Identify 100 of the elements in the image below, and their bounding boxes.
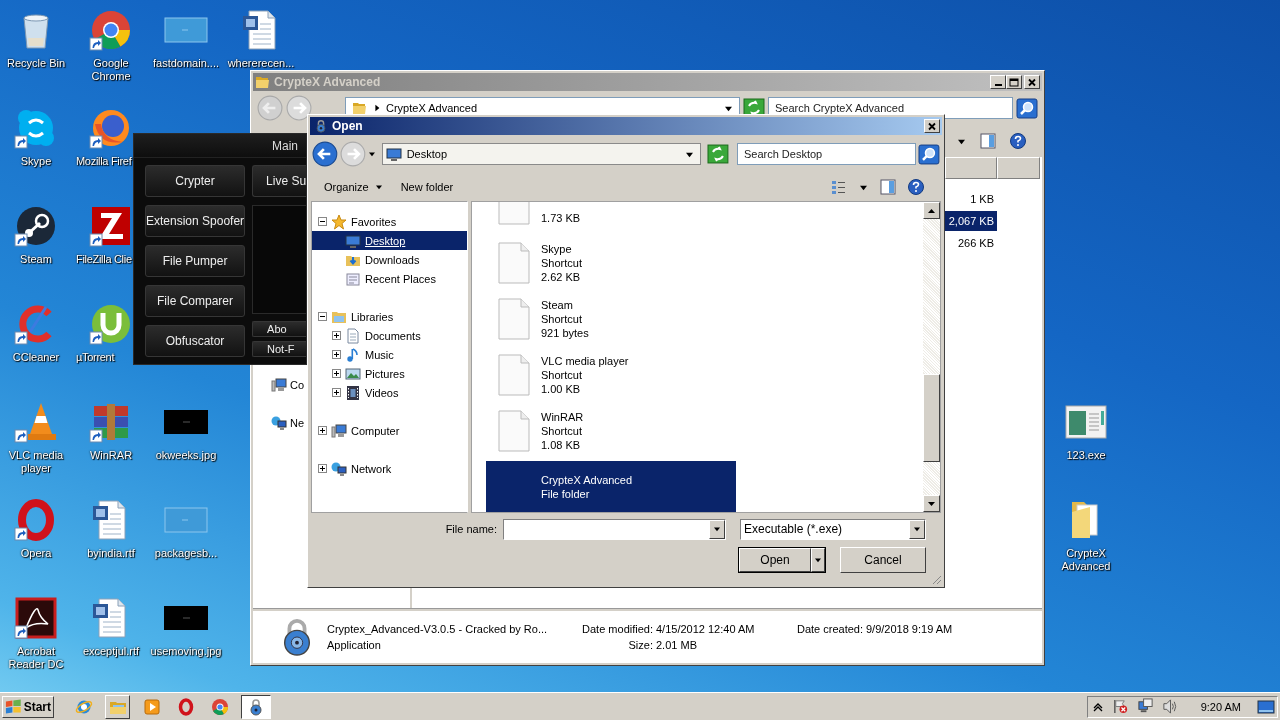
history-arrow-icon[interactable] [367,151,376,157]
view-options-icon[interactable] [831,179,847,195]
scrollbar[interactable] [923,202,940,512]
cloud-logo-icon[interactable] [18,110,54,146]
nav-item[interactable]: Co [290,378,305,391]
expander-icon[interactable] [318,464,327,473]
search-field[interactable]: Search Desktop [736,143,917,165]
icon-label[interactable]: Steam [0,253,73,266]
brush-logo-icon[interactable] [19,305,52,343]
tree-item[interactable]: Desktop [312,231,467,250]
tab[interactable]: Main [272,138,298,153]
icon-label[interactable]: whererecen... [224,57,298,70]
image-thumbnail-icon[interactable] [164,606,208,630]
menu-button[interactable]: Extension Spoofer [145,205,246,237]
tree-item[interactable]: Network [312,459,467,478]
icon-label[interactable]: 123.exe [1049,449,1123,462]
dropdown-arrow-icon[interactable] [685,150,695,158]
dropdown-arrow-icon[interactable] [859,183,868,191]
icon-label[interactable]: CrypteX Advanced [1049,547,1123,573]
start-button[interactable]: Start [2,695,54,718]
preview-pane-icon[interactable] [880,179,896,195]
icon-label[interactable]: FileZilla Clie [76,253,132,266]
image-thumbnail-icon[interactable] [164,507,208,533]
clock[interactable]: 9:20 AM [1200,700,1241,713]
document-icon[interactable] [93,500,126,540]
network-icon[interactable] [1136,698,1154,715]
menu-button[interactable]: Obfuscator [145,325,246,357]
file-item[interactable]: VLC media player Shortcut 1.00 KB [486,349,736,401]
folder-icon[interactable] [1072,502,1098,538]
expander-icon[interactable] [332,388,341,397]
refresh-button[interactable] [707,144,729,164]
expander-icon[interactable] [318,312,327,321]
back-button[interactable] [312,141,338,167]
tree-item[interactable]: Videos [312,383,467,402]
search-button[interactable] [918,143,940,165]
maximize-button[interactable] [1006,75,1022,89]
menu-button[interactable]: Crypter [145,165,246,197]
traffic-cone-icon[interactable] [28,403,56,440]
nav-item[interactable]: Ne [290,416,305,429]
icon-label[interactable]: Mozilla Firef [76,155,132,168]
expander-icon[interactable] [332,331,341,340]
expander-icon[interactable] [318,217,327,226]
close-button[interactable] [1024,75,1040,89]
trash-bin-icon[interactable] [23,14,49,49]
scroll-thumb[interactable] [923,374,940,462]
expander-icon[interactable] [318,426,327,435]
organize-menu[interactable]: Organize [318,179,389,195]
icon-label[interactable]: Skype [0,155,73,168]
icon-label[interactable]: CCleaner [0,351,73,364]
tree-item[interactable]: Music [312,345,467,364]
icon-label[interactable]: Recycle Bin [0,57,73,70]
size-cell[interactable]: 1 KB [941,189,997,209]
column-header[interactable] [997,157,1040,179]
tree-item[interactable]: Computer [312,421,467,440]
file-name-field[interactable] [503,518,726,540]
file-item[interactable]: WinRAR Shortcut 1.08 KB [486,405,736,457]
tree-item[interactable]: Libraries [312,307,467,326]
document-icon[interactable] [93,598,126,638]
app-window-icon[interactable] [1065,405,1107,439]
flag-alert-icon[interactable] [1111,698,1129,715]
file-item[interactable]: 1.73 KB [486,202,736,233]
expander-icon[interactable] [332,350,341,359]
help-icon[interactable] [1010,133,1026,149]
toolbar-button[interactable]: New folder [394,179,460,195]
open-button[interactable]: Open [739,548,811,572]
resize-grip-icon[interactable] [930,573,942,585]
file-type-select[interactable]: Executable (*.exe) [740,518,926,540]
dropdown-arrow-icon[interactable] [724,104,733,112]
dropdown-arrow-icon[interactable] [957,137,966,145]
tree-item[interactable]: Favorites [312,212,467,231]
tree-item[interactable]: Pictures [312,364,467,383]
image-thumbnail-icon[interactable] [164,17,208,43]
icon-label[interactable]: fastdomain.... [149,57,223,70]
menu-button[interactable]: File Pumper [145,245,246,277]
file-item[interactable]: Steam Shortcut 921 bytes [486,293,736,345]
square-logo-icon[interactable] [15,597,57,639]
document-icon[interactable] [243,10,276,50]
menu-button[interactable]: Not-F [252,341,307,357]
close-button[interactable] [924,119,940,133]
search-button[interactable] [1016,97,1038,119]
split-arrow-button[interactable] [811,548,825,572]
file-item[interactable]: Skype Shortcut 2.62 KB [486,237,736,289]
help-icon[interactable] [908,179,924,195]
cancel-button[interactable]: Cancel [840,547,926,573]
tree-item[interactable]: Recent Places [312,269,467,288]
menu-button[interactable]: Abo [252,321,307,337]
file-item[interactable]: CrypteX Advanced File folder [486,461,736,512]
minimize-button[interactable] [990,75,1006,89]
tree-item[interactable]: Downloads [312,250,467,269]
books-icon[interactable] [94,404,128,440]
show-desktop-button[interactable] [1257,697,1275,716]
speaker-icon[interactable] [1161,698,1179,715]
icon-label[interactable]: Google Chrome [74,57,148,83]
ring-logo-icon[interactable] [18,499,54,541]
column-header[interactable] [945,157,997,179]
icon-label[interactable]: µTorrent [76,351,115,364]
preview-pane-icon[interactable] [980,133,996,149]
expander-icon[interactable] [332,369,341,378]
tile-logo-icon[interactable] [92,207,130,245]
address-bar[interactable]: Desktop [381,143,702,165]
